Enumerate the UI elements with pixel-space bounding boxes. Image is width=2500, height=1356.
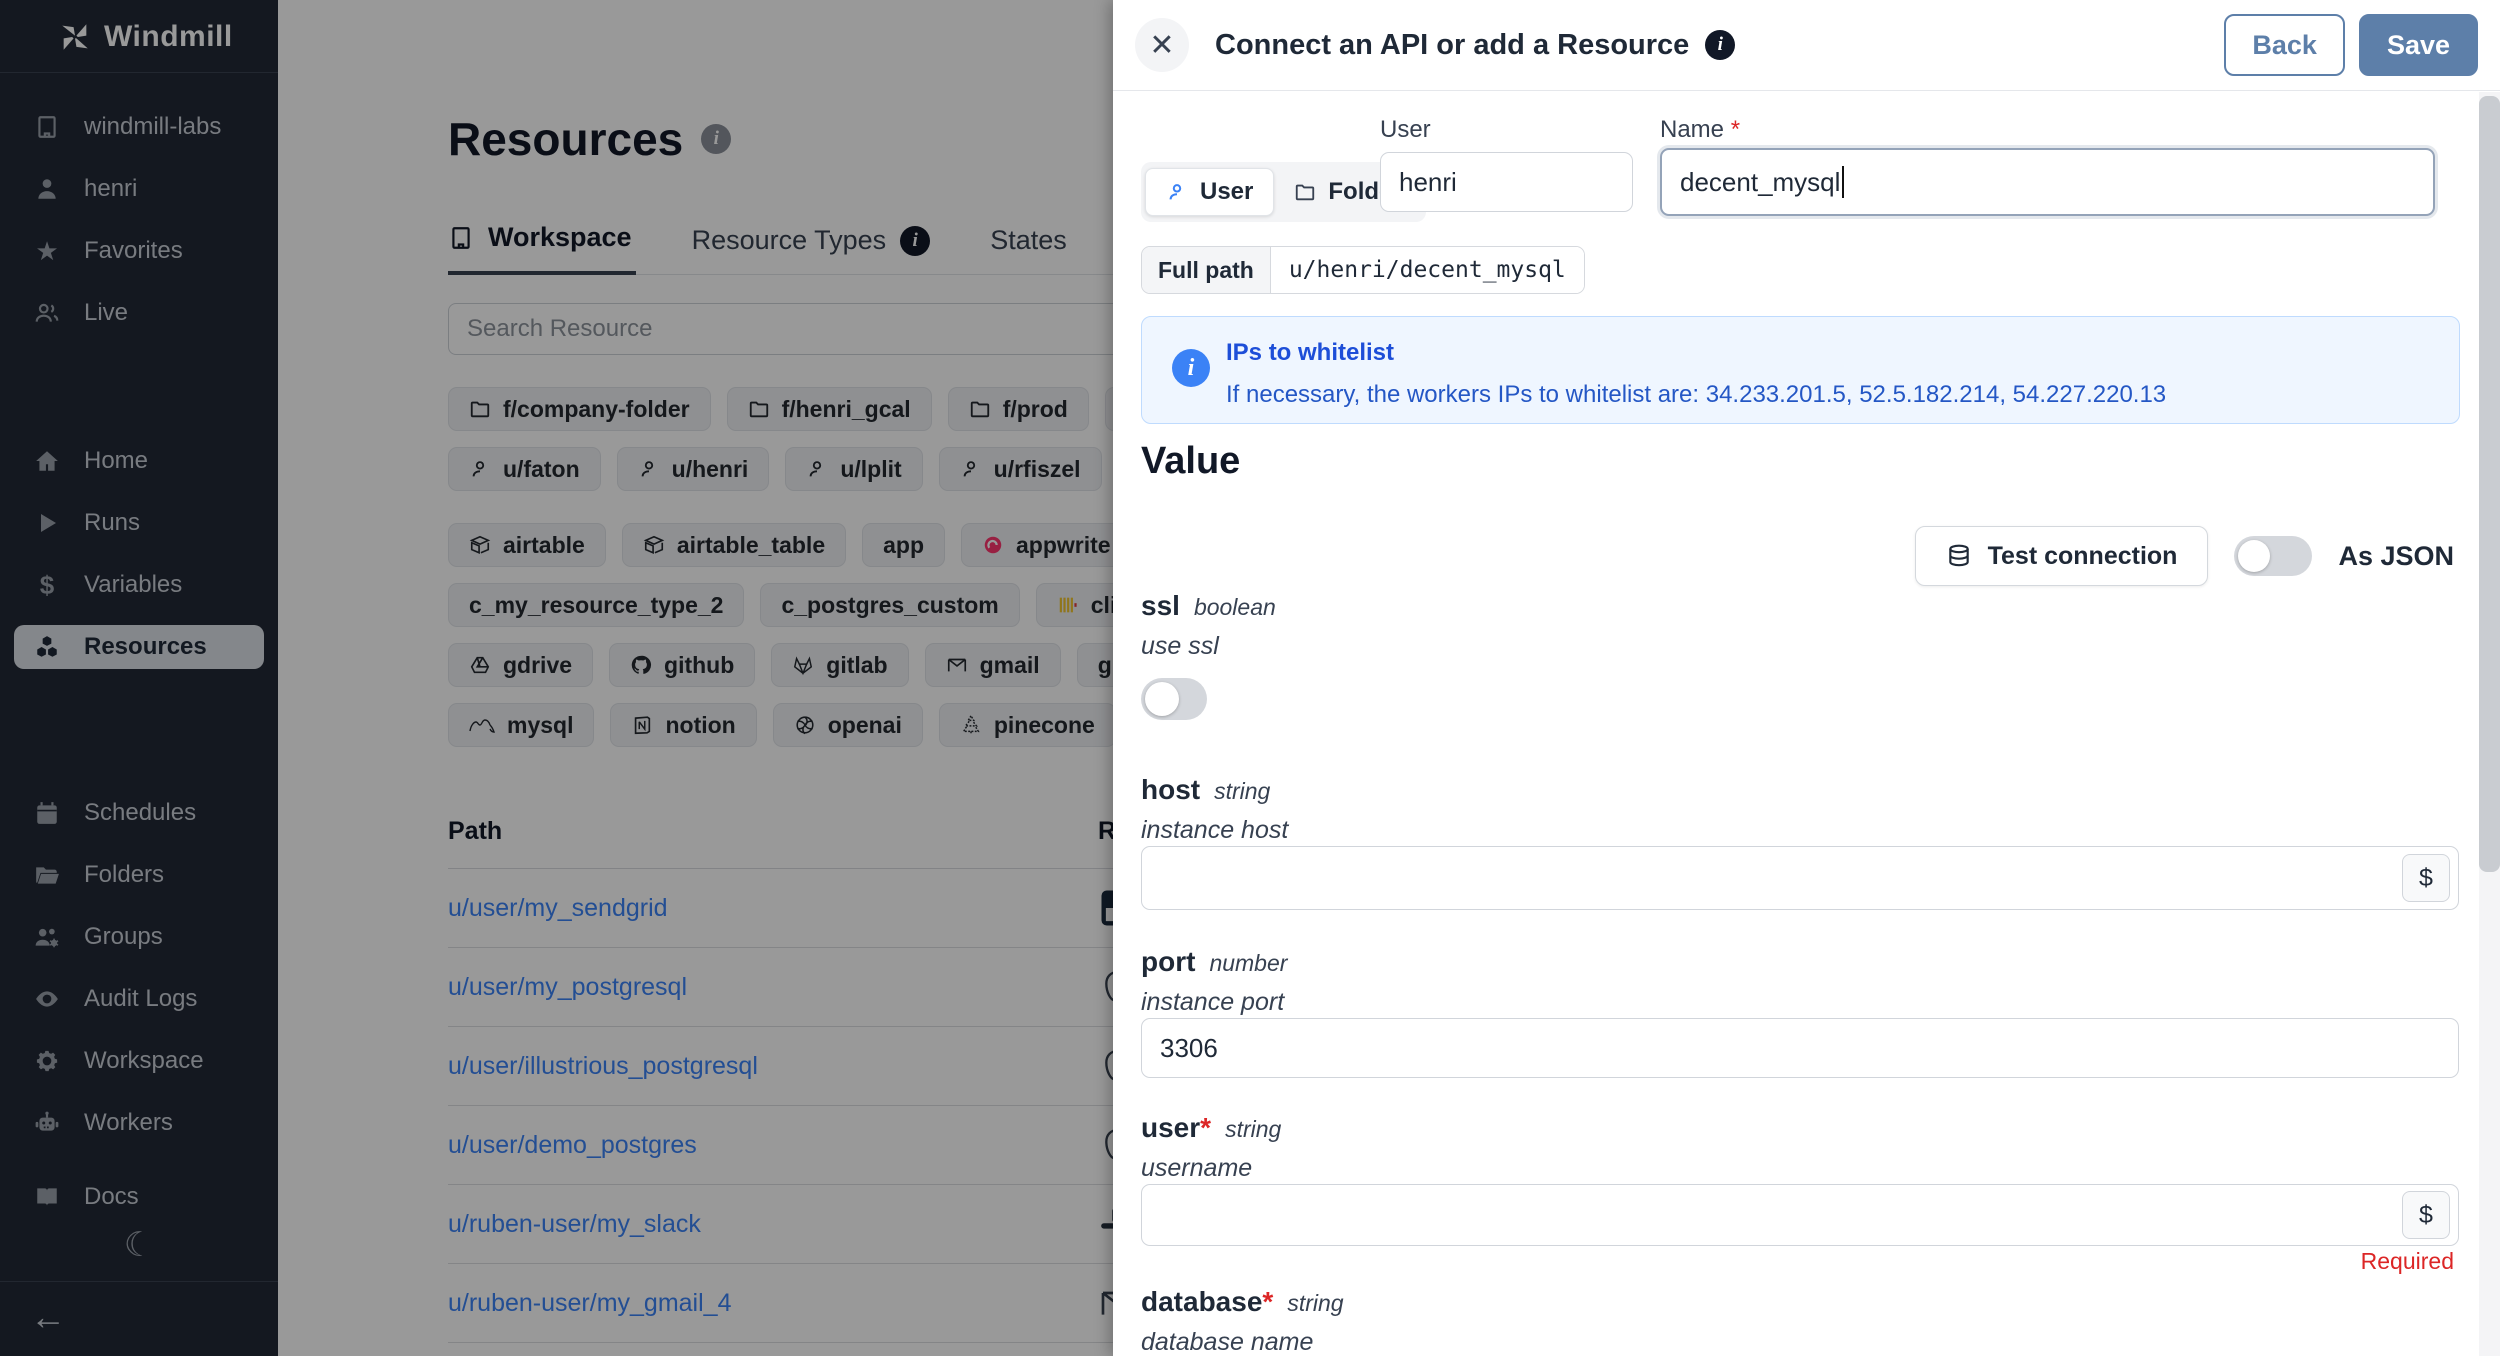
field-host-desc: instance host — [1141, 816, 1289, 844]
owner-user-input[interactable]: henri — [1380, 152, 1633, 212]
folder-icon — [1294, 181, 1316, 203]
user-icon — [1166, 181, 1188, 203]
insert-variable-button[interactable]: $ — [2402, 1191, 2450, 1239]
as-json-label: As JSON — [2338, 540, 2454, 571]
close-drawer-button[interactable]: ✕ — [1135, 18, 1189, 72]
field-ssl-name: ssl boolean — [1141, 590, 1276, 621]
add-resource-drawer: ✕ Connect an API or add a Resource i Bac… — [1113, 0, 2500, 1356]
user-input[interactable]: $ — [1141, 1184, 2459, 1246]
user-field-label: User — [1380, 116, 1431, 143]
drawer-scrollbar[interactable] — [2479, 92, 2500, 1356]
host-input[interactable]: $ — [1141, 846, 2459, 910]
field-database-desc: database name — [1141, 1328, 1314, 1356]
text-caret — [1842, 166, 1845, 198]
field-ssl-desc: use ssl — [1141, 632, 1219, 660]
info-circle-icon: i — [1172, 349, 1210, 387]
close-icon: ✕ — [1149, 28, 1175, 62]
resource-name-input[interactable]: decent_mysql — [1660, 148, 2435, 216]
insert-variable-button[interactable]: $ — [2402, 854, 2450, 902]
drawer-body: User Name * User Folder henri decent_mys… — [1113, 90, 2500, 1356]
name-field-label: Name * — [1660, 116, 1741, 143]
save-button[interactable]: Save — [2358, 14, 2478, 76]
drawer-backdrop[interactable] — [0, 0, 1113, 1356]
database-icon — [1946, 543, 1972, 569]
owner-user-option[interactable]: User — [1145, 168, 1275, 216]
field-port-name: port number — [1141, 946, 1288, 977]
back-button[interactable]: Back — [2224, 14, 2345, 76]
port-input[interactable]: 3306 — [1141, 1018, 2459, 1078]
required-note: Required — [2360, 1248, 2454, 1274]
infobox-title: IPs to whitelist — [1226, 339, 1395, 366]
scrollbar-thumb[interactable] — [2479, 96, 2500, 872]
info-icon[interactable]: i — [1705, 30, 1736, 60]
test-connection-button[interactable]: Test connection — [1914, 526, 2209, 586]
full-path-value: u/henri/decent_mysql — [1270, 247, 1584, 293]
app-root: Windmill windmill-labs henri ★ Favorites… — [0, 0, 2500, 1356]
field-host-name: host string — [1141, 774, 1271, 805]
infobox-body: If necessary, the workers IPs to whiteli… — [1226, 381, 2167, 408]
field-user-name: user* string — [1141, 1112, 1282, 1143]
value-section-title: Value — [1141, 440, 1241, 482]
as-json-toggle[interactable] — [2234, 536, 2313, 576]
field-port-desc: instance port — [1141, 988, 1285, 1016]
ssl-toggle[interactable] — [1141, 678, 1207, 720]
field-database-name: database* string — [1141, 1286, 1344, 1317]
ips-whitelist-infobox: i IPs to whitelist If necessary, the wor… — [1141, 316, 2460, 424]
field-user-desc: username — [1141, 1154, 1253, 1182]
drawer-header: ✕ Connect an API or add a Resource i Bac… — [1113, 0, 2500, 91]
full-path-label: Full path — [1142, 247, 1271, 293]
drawer-title: Connect an API or add a Resource — [1215, 28, 1690, 61]
full-path: Full path u/henri/decent_mysql — [1141, 246, 1585, 294]
